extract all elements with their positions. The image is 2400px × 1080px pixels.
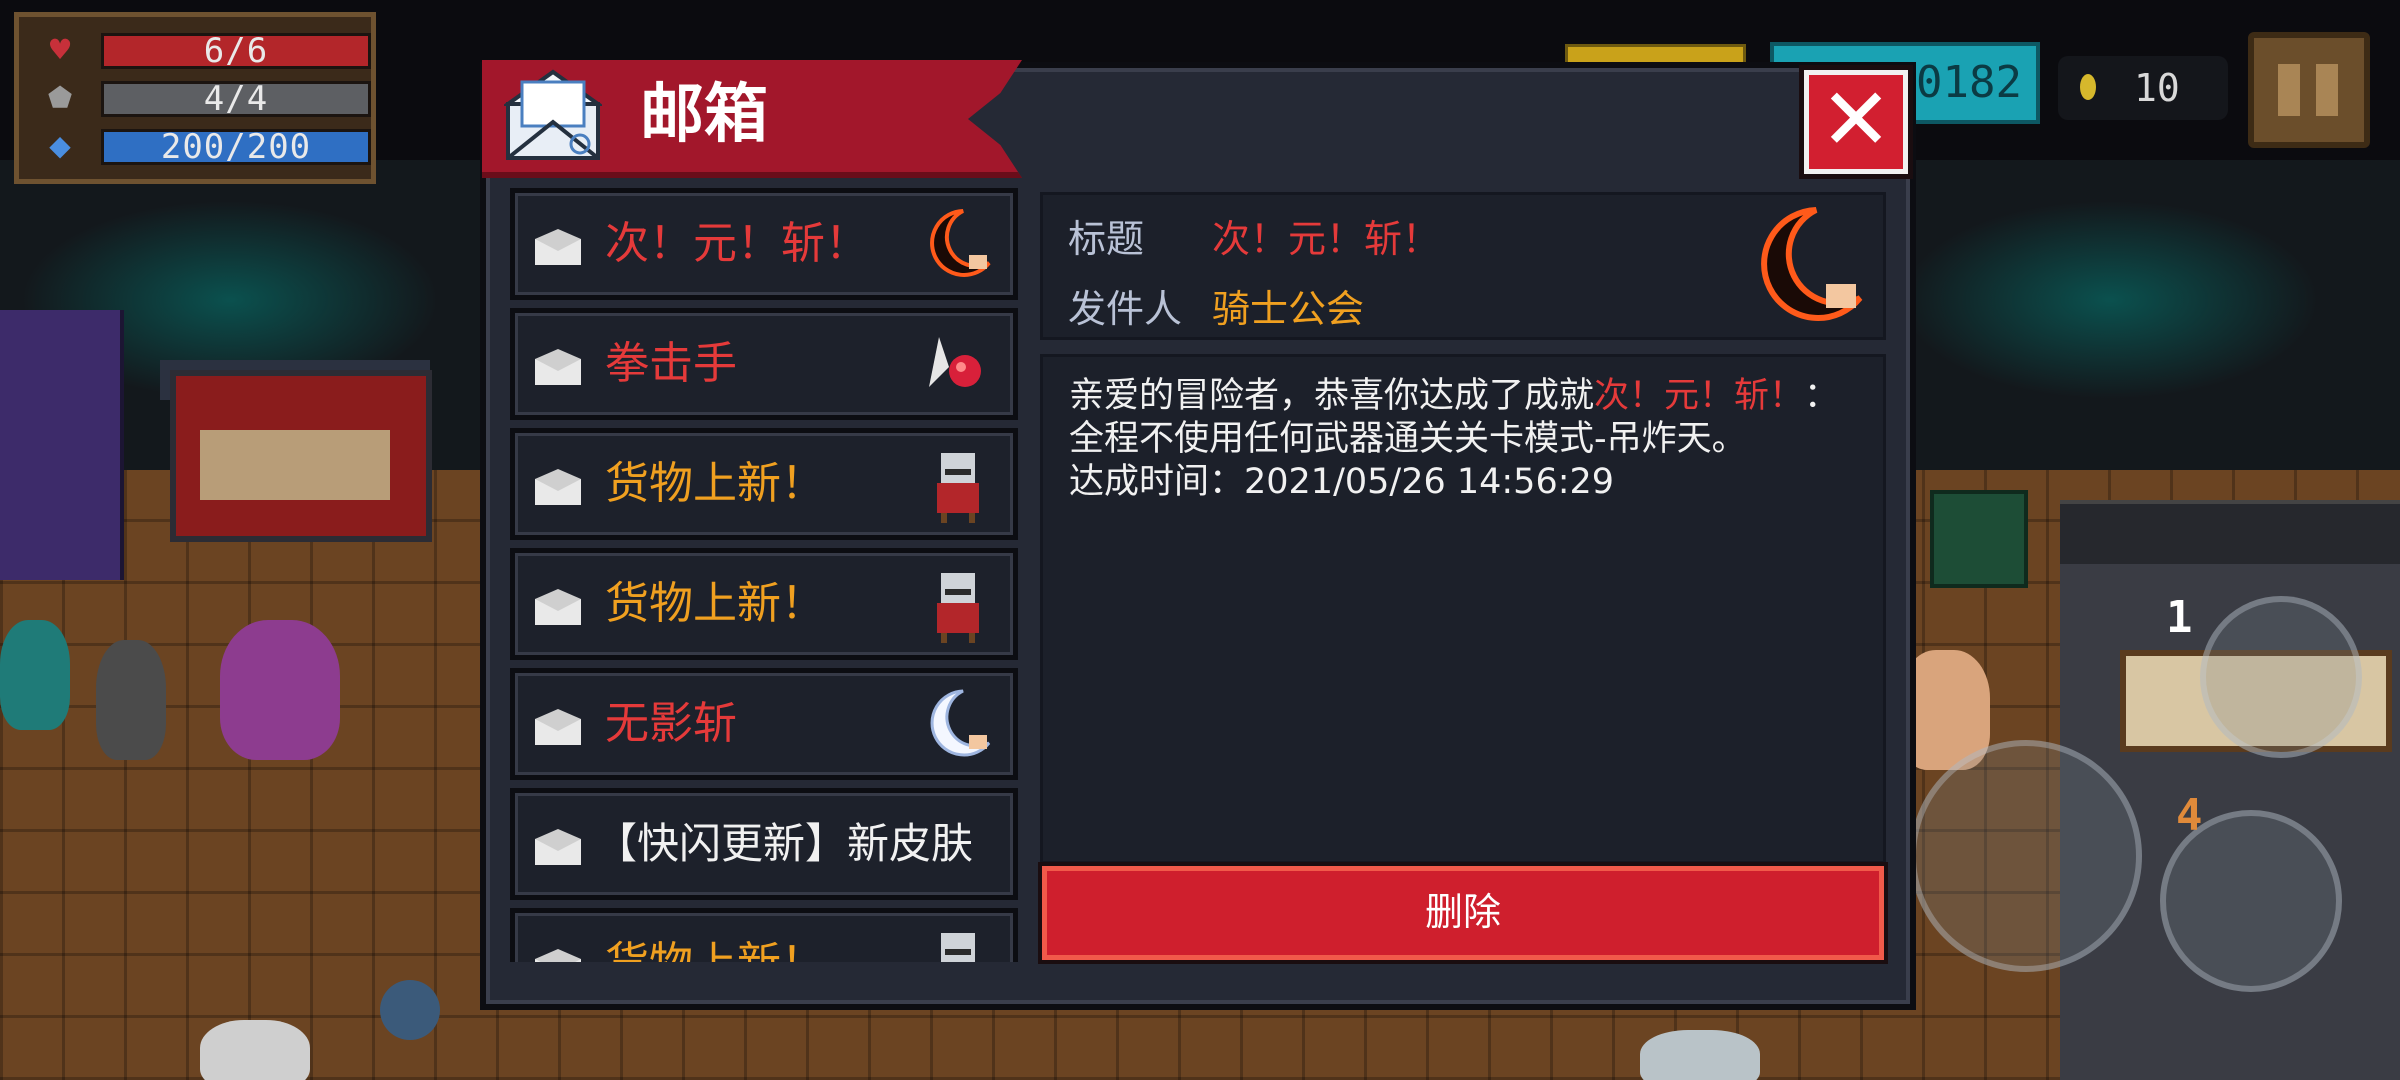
gems-value: 0182 (1916, 57, 2022, 108)
mail-body-highlight: 次！元！斩！ (1594, 376, 1805, 416)
mail-envelope-icon (504, 69, 602, 160)
mail-list-item[interactable]: 【快闪更新】新皮肤 (510, 788, 1018, 900)
opened-envelope-icon (535, 949, 581, 962)
mail-list-item[interactable]: 货物上新！ (510, 428, 1018, 540)
npc-sprite (96, 640, 166, 760)
npc-sprite (220, 620, 340, 760)
coins-value: 10 (2134, 66, 2180, 110)
crescent-blade-red-icon (1761, 207, 1863, 321)
delete-button[interactable]: 删除 (1042, 866, 1884, 960)
energy-bar: 200/200 (101, 129, 371, 165)
mail-list-item[interactable]: 次！元！斩！ (510, 188, 1018, 300)
coin-icon (2080, 74, 2096, 100)
merchant-cat-icon (937, 453, 979, 523)
mail-list[interactable]: 次！元！斩！ 拳击手 货物上新！ 货物上新！ 无影斩 【快闪更新】新皮肤 货物上… (510, 188, 1018, 962)
heart-icon: ♥ (47, 33, 73, 66)
coins-counter: 10 (2058, 56, 2228, 120)
npc-sprite (0, 620, 70, 730)
mail-subject: 货物上新！ (605, 458, 825, 509)
health-bar: 6/6 (101, 33, 371, 69)
achieved-time: 达成时间：2021/05/26 14:56:29 (1069, 462, 1615, 502)
npc-sprite (1640, 1030, 1760, 1080)
mailbox-title: 邮箱 (640, 78, 768, 152)
energy-text: 200/200 (160, 127, 312, 167)
pause-button[interactable] (2248, 32, 2370, 148)
mail-list-item[interactable]: 拳击手 (510, 308, 1018, 420)
title-label: 标题 (1068, 217, 1145, 261)
armor-text: 4/4 (203, 79, 269, 119)
crescent-blade-white-icon (930, 689, 991, 757)
energy-row: ◆ 200/200 (35, 127, 375, 167)
barrel-sprite (380, 980, 440, 1040)
delete-label: 删除 (1424, 890, 1501, 934)
shield-icon: ⬟ (47, 81, 73, 114)
opened-envelope-icon (535, 229, 581, 265)
sender-label: 发件人 (1068, 287, 1183, 331)
energy-crystal-icon: ◆ (49, 129, 71, 162)
mail-subject: 【快闪更新】新皮肤 (595, 819, 974, 868)
tv-prop (1930, 490, 2028, 588)
mail-subject: 拳击手 (605, 338, 737, 389)
npc-sprite (200, 1020, 310, 1080)
health-row: ♥ 6/6 (35, 31, 375, 71)
opened-envelope-icon (535, 589, 581, 625)
pause-icon (2278, 64, 2300, 116)
mail-subject: 货物上新！ (605, 578, 825, 629)
opened-envelope-icon (535, 469, 581, 505)
player-stats-panel: ♥ 6/6 ⬟ 4/4 ◆ 200/200 (14, 12, 376, 184)
mail-subject: 无影斩 (605, 698, 737, 749)
mail-list-item[interactable]: 货物上新！ (510, 548, 1018, 660)
armor-row: ⬟ 4/4 (35, 79, 375, 119)
shop-stall-sign (200, 430, 390, 500)
opened-envelope-icon (535, 829, 581, 865)
weapon-swap-count: 1 (2166, 592, 2193, 643)
health-text: 6/6 (203, 31, 269, 71)
boxer-glove-icon (929, 337, 981, 387)
attack-button[interactable] (1910, 740, 2142, 972)
opened-envelope-icon (535, 349, 581, 385)
wall-ledge (2060, 500, 2400, 564)
mail-list-item[interactable]: 货物上新！ (510, 908, 1018, 962)
mail-detail-body: 亲爱的冒险者，恭喜你达成了成就次！元！斩！：全程不使用任何武器通关关卡模式-吊炸… (1040, 354, 1886, 864)
opened-envelope-icon (535, 709, 581, 745)
mail-list-item[interactable]: 无影斩 (510, 668, 1018, 780)
close-button[interactable]: ✕ (1804, 70, 1908, 174)
mail-subject: 次！元！斩！ (605, 218, 869, 269)
close-icon: ✕ (1819, 70, 1893, 170)
skill-charge-count: 4 (2176, 790, 2203, 841)
crescent-blade-red-icon (930, 209, 991, 277)
armor-bar: 4/4 (101, 81, 371, 117)
weapon-swap-button[interactable] (2200, 596, 2362, 758)
mail-body-text: 亲爱的冒险者，恭喜你达成了成就次！元！斩！：全程不使用任何武器通关关卡模式-吊炸… (1069, 375, 1857, 461)
merchant-cat-icon (937, 573, 979, 643)
merchant-cat-icon (941, 933, 975, 962)
mail-body-prefix: 亲爱的冒险者，恭喜你达成了成就 (1069, 376, 1595, 416)
mail-subject: 货物上新！ (605, 913, 825, 962)
sender-value: 骑士公会 (1212, 287, 1365, 331)
title-value: 次！元！斩！ (1212, 217, 1441, 261)
vending-shelf (0, 310, 124, 580)
wall-glow (1900, 200, 2320, 400)
